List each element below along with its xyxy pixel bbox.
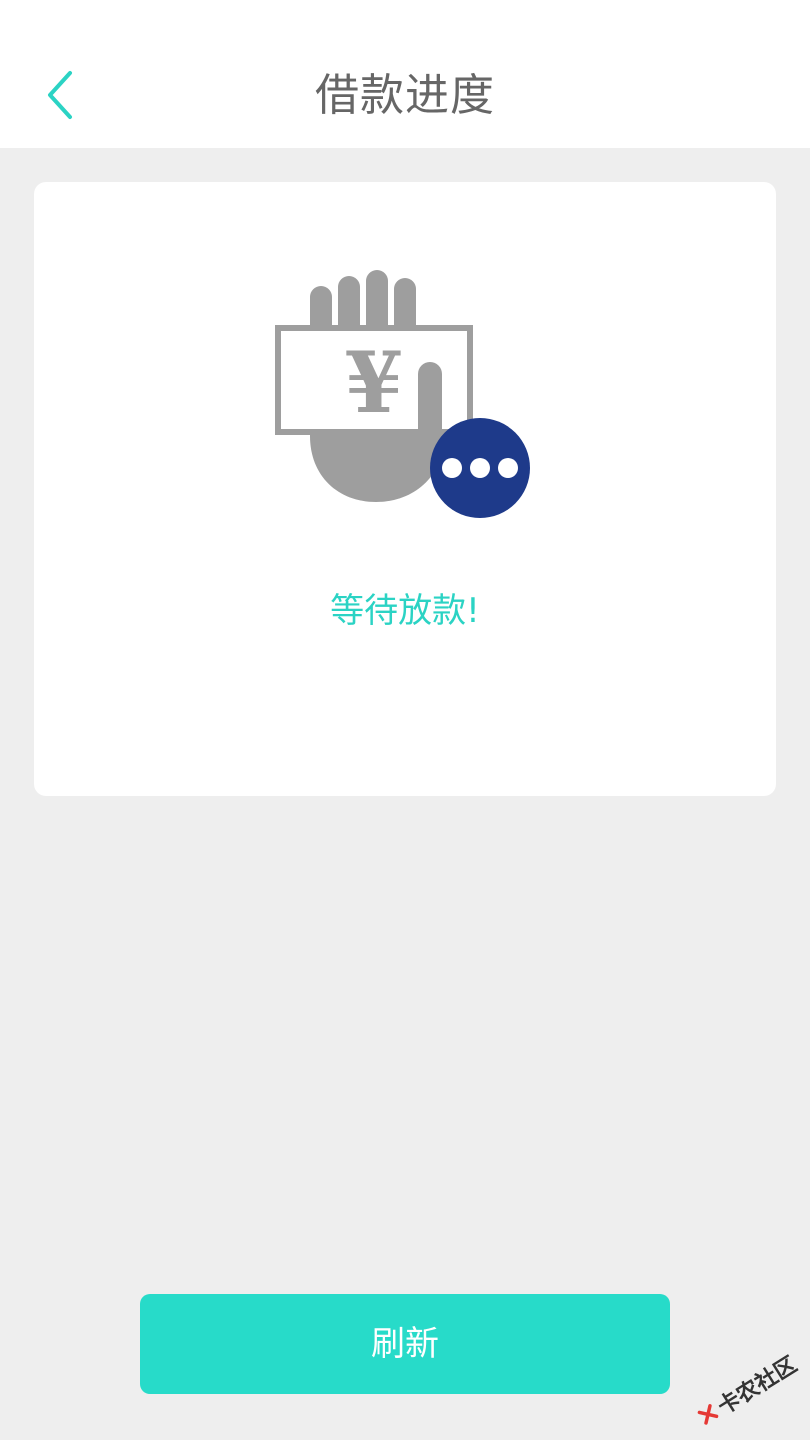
watermark-text: 卡农社区 <box>713 1352 802 1421</box>
refresh-button[interactable]: 刷新 <box>140 1294 670 1394</box>
illustration: ¥ <box>274 266 534 526</box>
app-screen: 借款进度 ¥ 等待放款! 刷新 卡农社区 <box>0 0 810 1440</box>
status-message: 等待放款! <box>330 591 480 631</box>
top-nav-bar: 借款进度 <box>0 0 810 148</box>
page-title: 借款进度 <box>315 70 495 121</box>
watermark: 卡农社区 <box>683 1334 810 1440</box>
more-dots-icon <box>442 458 518 478</box>
status-card: ¥ 等待放款! <box>34 182 776 796</box>
